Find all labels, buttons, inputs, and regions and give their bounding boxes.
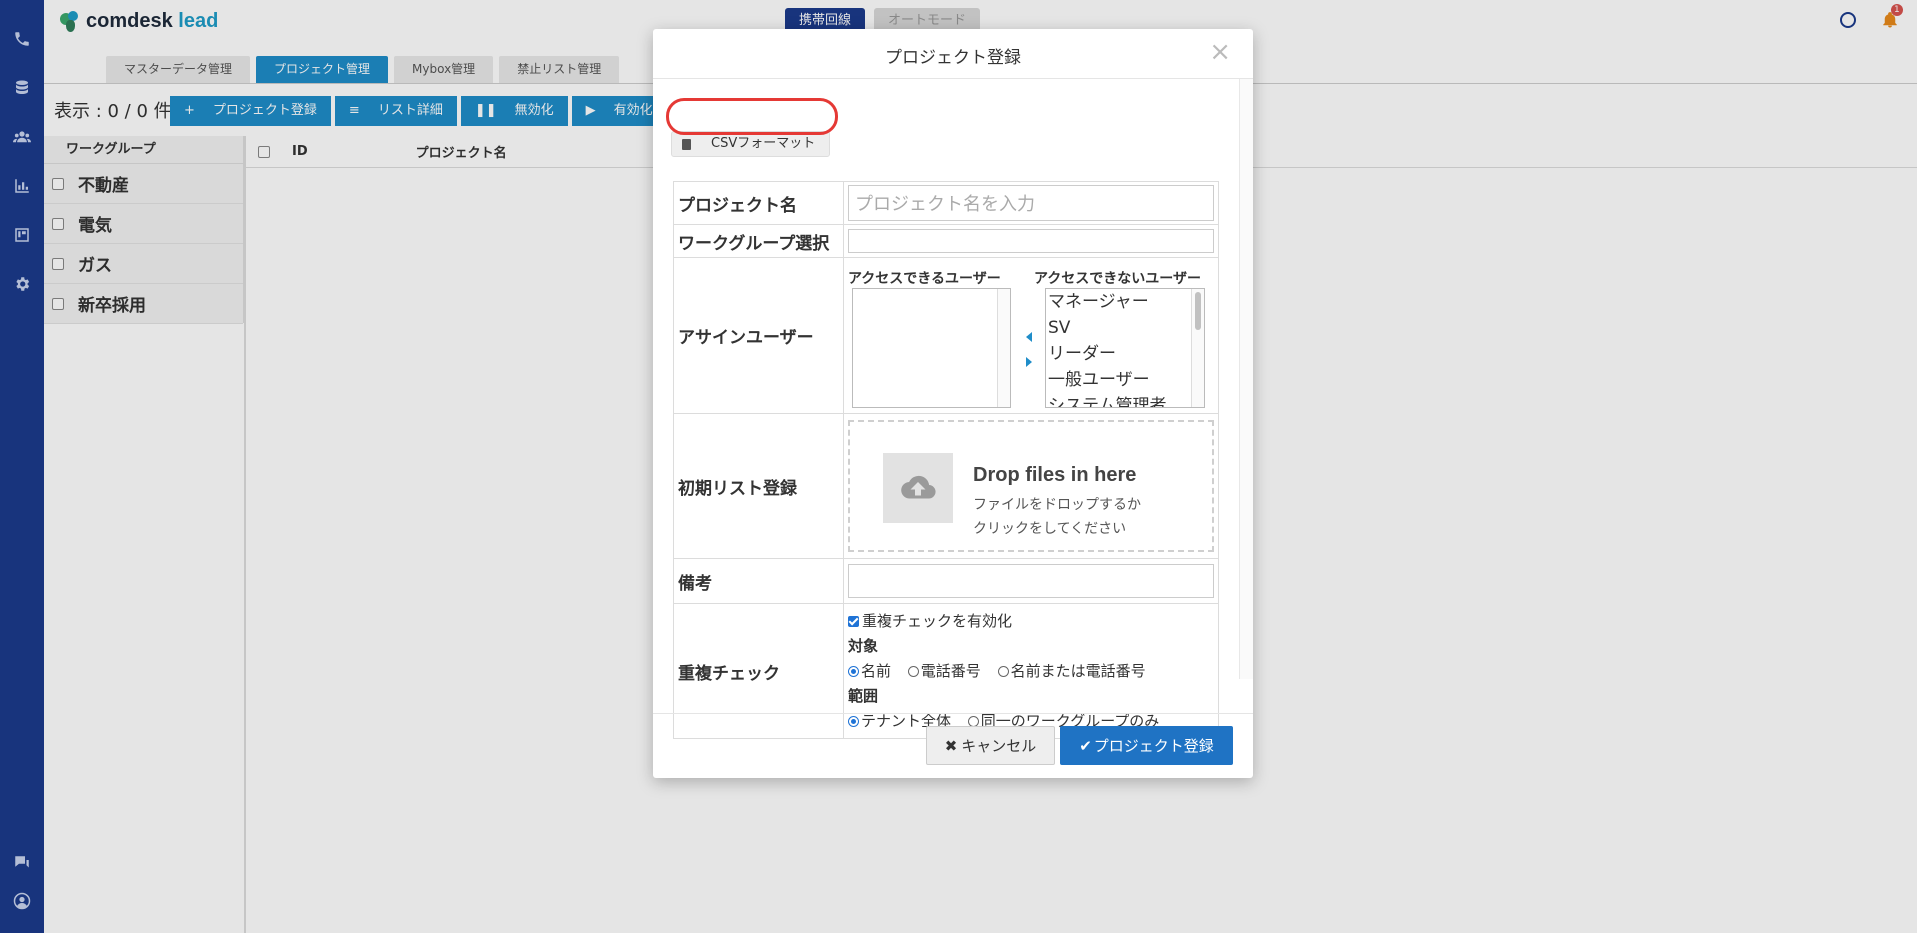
workgroup-select-label: ワークグループ選択: [673, 224, 844, 258]
list-item[interactable]: マネージャー: [1046, 289, 1204, 315]
modal-scrollbar[interactable]: [1239, 79, 1253, 679]
dropzone-title: Drop files in here: [973, 464, 1137, 486]
submit-label: プロジェクト登録: [1093, 737, 1214, 755]
target-option-label: 名前: [861, 661, 892, 680]
workgroup-select[interactable]: [848, 229, 1214, 253]
dropzone-hint-2: クリックをしてください: [973, 521, 1127, 537]
assign-user-widget: アクセスできるユーザー アクセスできないユーザー マネージャー SV リーダー …: [848, 262, 1214, 410]
target-radio-name-or-phone[interactable]: [997, 665, 1009, 677]
access-users-title: アクセスできるユーザー: [848, 270, 1001, 287]
project-form: プロジェクト名 プロジェクト名を入力 ワークグループ選択 アサインユーザー アク…: [673, 181, 1219, 739]
modal-title: プロジェクト登録: [885, 48, 1021, 68]
target-option-label: 名前または電話番号: [1010, 661, 1146, 680]
no-access-users-list[interactable]: マネージャー SV リーダー 一般ユーザー システム管理者: [1045, 287, 1205, 408]
cancel-button[interactable]: ✖ キャンセル: [926, 726, 1055, 765]
cloud-upload-icon: [883, 453, 953, 523]
file-icon: [682, 138, 691, 150]
list-item[interactable]: SV: [1046, 315, 1204, 341]
target-option-label: 電話番号: [920, 661, 981, 680]
target-radio-name[interactable]: [848, 665, 859, 677]
initial-list-label: 初期リスト登録: [673, 413, 844, 559]
project-register-modal: プロジェクト登録 × CSVフォーマット プロジェクト名 プロジェクト名を入力 …: [653, 29, 1253, 778]
target-radio-phone[interactable]: [907, 665, 919, 677]
file-dropzone[interactable]: Drop files in here ファイルをドロップするか クリックをしてく…: [848, 420, 1214, 552]
access-users-list[interactable]: [852, 287, 1011, 408]
modal-body: CSVフォーマット プロジェクト名 プロジェクト名を入力 ワークグループ選択 ア…: [653, 79, 1253, 739]
close-icon[interactable]: ×: [1209, 39, 1231, 65]
access-users-scrollbar[interactable]: [997, 288, 1010, 407]
notes-input[interactable]: [848, 564, 1214, 598]
modal-footer: ✖ キャンセル ✔ プロジェクト登録: [653, 713, 1253, 778]
project-name-input[interactable]: プロジェクト名を入力: [848, 185, 1214, 221]
csv-format-label: CSVフォーマット: [711, 136, 816, 151]
csv-highlight-ring: [666, 98, 838, 135]
no-access-users-scrollbar[interactable]: [1191, 288, 1204, 407]
assign-user-label: アサインユーザー: [673, 257, 844, 414]
no-access-users-title: アクセスできないユーザー: [1034, 270, 1202, 287]
notes-label: 備考: [673, 558, 844, 604]
list-item[interactable]: 一般ユーザー: [1046, 367, 1204, 393]
list-item[interactable]: システム管理者: [1046, 393, 1204, 407]
scope-label: 範囲: [848, 686, 879, 705]
dropzone-hint-1: ファイルをドロップするか: [973, 497, 1141, 513]
move-left-icon[interactable]: [1026, 331, 1032, 342]
cancel-label: キャンセル: [961, 737, 1037, 755]
check-icon: ✔: [1079, 736, 1092, 755]
modal-header: プロジェクト登録 ×: [653, 29, 1253, 79]
duplicate-check-checkbox[interactable]: [848, 615, 859, 627]
move-right-icon[interactable]: [1026, 356, 1032, 367]
project-name-label: プロジェクト名: [673, 181, 844, 225]
submit-project-button[interactable]: ✔ プロジェクト登録: [1060, 726, 1233, 765]
list-item[interactable]: リーダー: [1046, 341, 1204, 367]
duplicate-enable-label: 重複チェックを有効化: [862, 611, 1013, 630]
target-label: 対象: [848, 636, 879, 655]
scroll-thumb[interactable]: [1195, 291, 1201, 330]
times-icon: ✖: [944, 736, 958, 755]
